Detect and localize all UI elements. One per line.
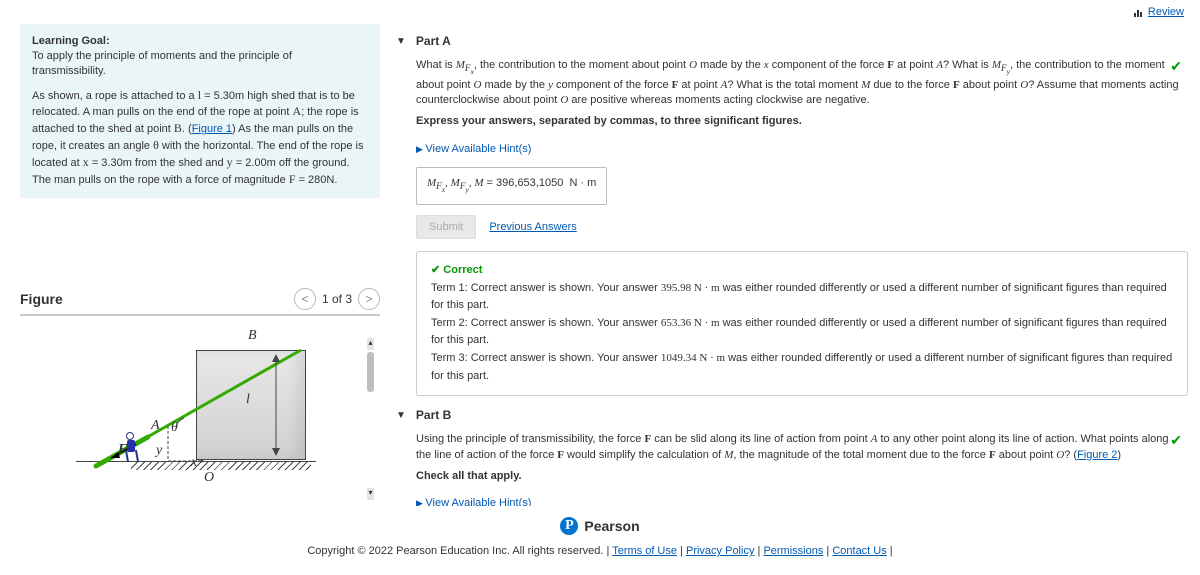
figure-prev-button[interactable]: < [294, 288, 316, 310]
pearson-brand: Pearson [584, 518, 639, 534]
footer: P Pearson Copyright © 2022 Pearson Educa… [0, 506, 1200, 575]
previous-answers-link[interactable]: Previous Answers [489, 221, 576, 233]
figure-label-F: F [118, 442, 127, 458]
privacy-link[interactable]: Privacy Policy [686, 545, 754, 557]
scroll-down-button[interactable]: ▾ [367, 488, 374, 500]
review-label: Review [1148, 6, 1184, 18]
pearson-logo-icon: P [560, 517, 578, 535]
part-a-answer-units: N · m [569, 177, 596, 189]
part-b-question: Using the principle of transmissibility,… [416, 432, 1188, 463]
figure-label-l: l [246, 392, 250, 408]
part-a-instruction: Express your answers, separated by comma… [416, 114, 1188, 129]
part-a-feedback-box: Correct Term 1: Correct answer is shown.… [416, 251, 1188, 396]
figure-label-x: x [191, 455, 197, 471]
figure-label-B: B [248, 328, 257, 344]
figure-1-link[interactable]: Figure 1 [192, 123, 232, 135]
figure-label-y: y [156, 443, 162, 459]
figure-pager-text: 1 of 3 [322, 292, 352, 306]
submit-button[interactable]: Submit [416, 215, 476, 239]
correct-term-1: Term 1: Correct answer is shown. Your an… [431, 280, 1173, 315]
contact-link[interactable]: Contact Us [832, 545, 886, 557]
part-b-check-all: Check all that apply. [416, 469, 1188, 484]
part-a-check-icon: ✔ [1170, 58, 1182, 75]
correct-heading: Correct [431, 262, 1173, 280]
learning-goal-heading: Learning Goal: [32, 35, 110, 47]
learning-goal-paragraph: As shown, a rope is attached to a l = 5.… [32, 87, 368, 188]
part-a-answer-box: MFx, MFy, M = 396,653,1050 N · m [416, 167, 607, 205]
part-a-title: Part A [416, 34, 451, 48]
figure-label-theta: θ [171, 420, 178, 436]
learning-goal-line1: To apply the principle of moments and th… [32, 50, 292, 77]
part-b-collapse-toggle[interactable]: ▼ [396, 410, 406, 421]
part-a-answer-value: 396,653,1050 [496, 177, 563, 189]
part-b-check-icon: ✔ [1170, 432, 1182, 449]
figure-label-O: O [204, 470, 214, 486]
figure-scrollbar[interactable]: ▴ ▾ [367, 338, 374, 500]
copyright-text: Copyright © 2022 Pearson Education Inc. … [307, 545, 609, 557]
figure-next-button[interactable]: > [358, 288, 380, 310]
review-link[interactable]: Review [1134, 6, 1184, 18]
figure-canvas: B A O θ F x y l [20, 330, 372, 530]
figure-2-link[interactable]: Figure 2 [1077, 449, 1117, 461]
permissions-link[interactable]: Permissions [763, 545, 823, 557]
part-a-collapse-toggle[interactable]: ▼ [396, 36, 406, 47]
scroll-up-button[interactable]: ▴ [367, 338, 374, 350]
figure-section-label: Figure [20, 291, 294, 307]
part-b-title: Part B [416, 408, 451, 422]
correct-term-3: Term 3: Correct answer is shown. Your an… [431, 350, 1173, 385]
figure-label-A: A [151, 418, 160, 434]
learning-goal-box: Learning Goal: To apply the principle of… [20, 24, 380, 198]
correct-term-2: Term 2: Correct answer is shown. Your an… [431, 315, 1173, 350]
part-a-question: What is MFx, the contribution to the mom… [416, 58, 1188, 108]
terms-link[interactable]: Terms of Use [612, 545, 677, 557]
bars-icon [1134, 7, 1144, 17]
part-a-hints-link[interactable]: View Available Hint(s) [416, 142, 531, 157]
